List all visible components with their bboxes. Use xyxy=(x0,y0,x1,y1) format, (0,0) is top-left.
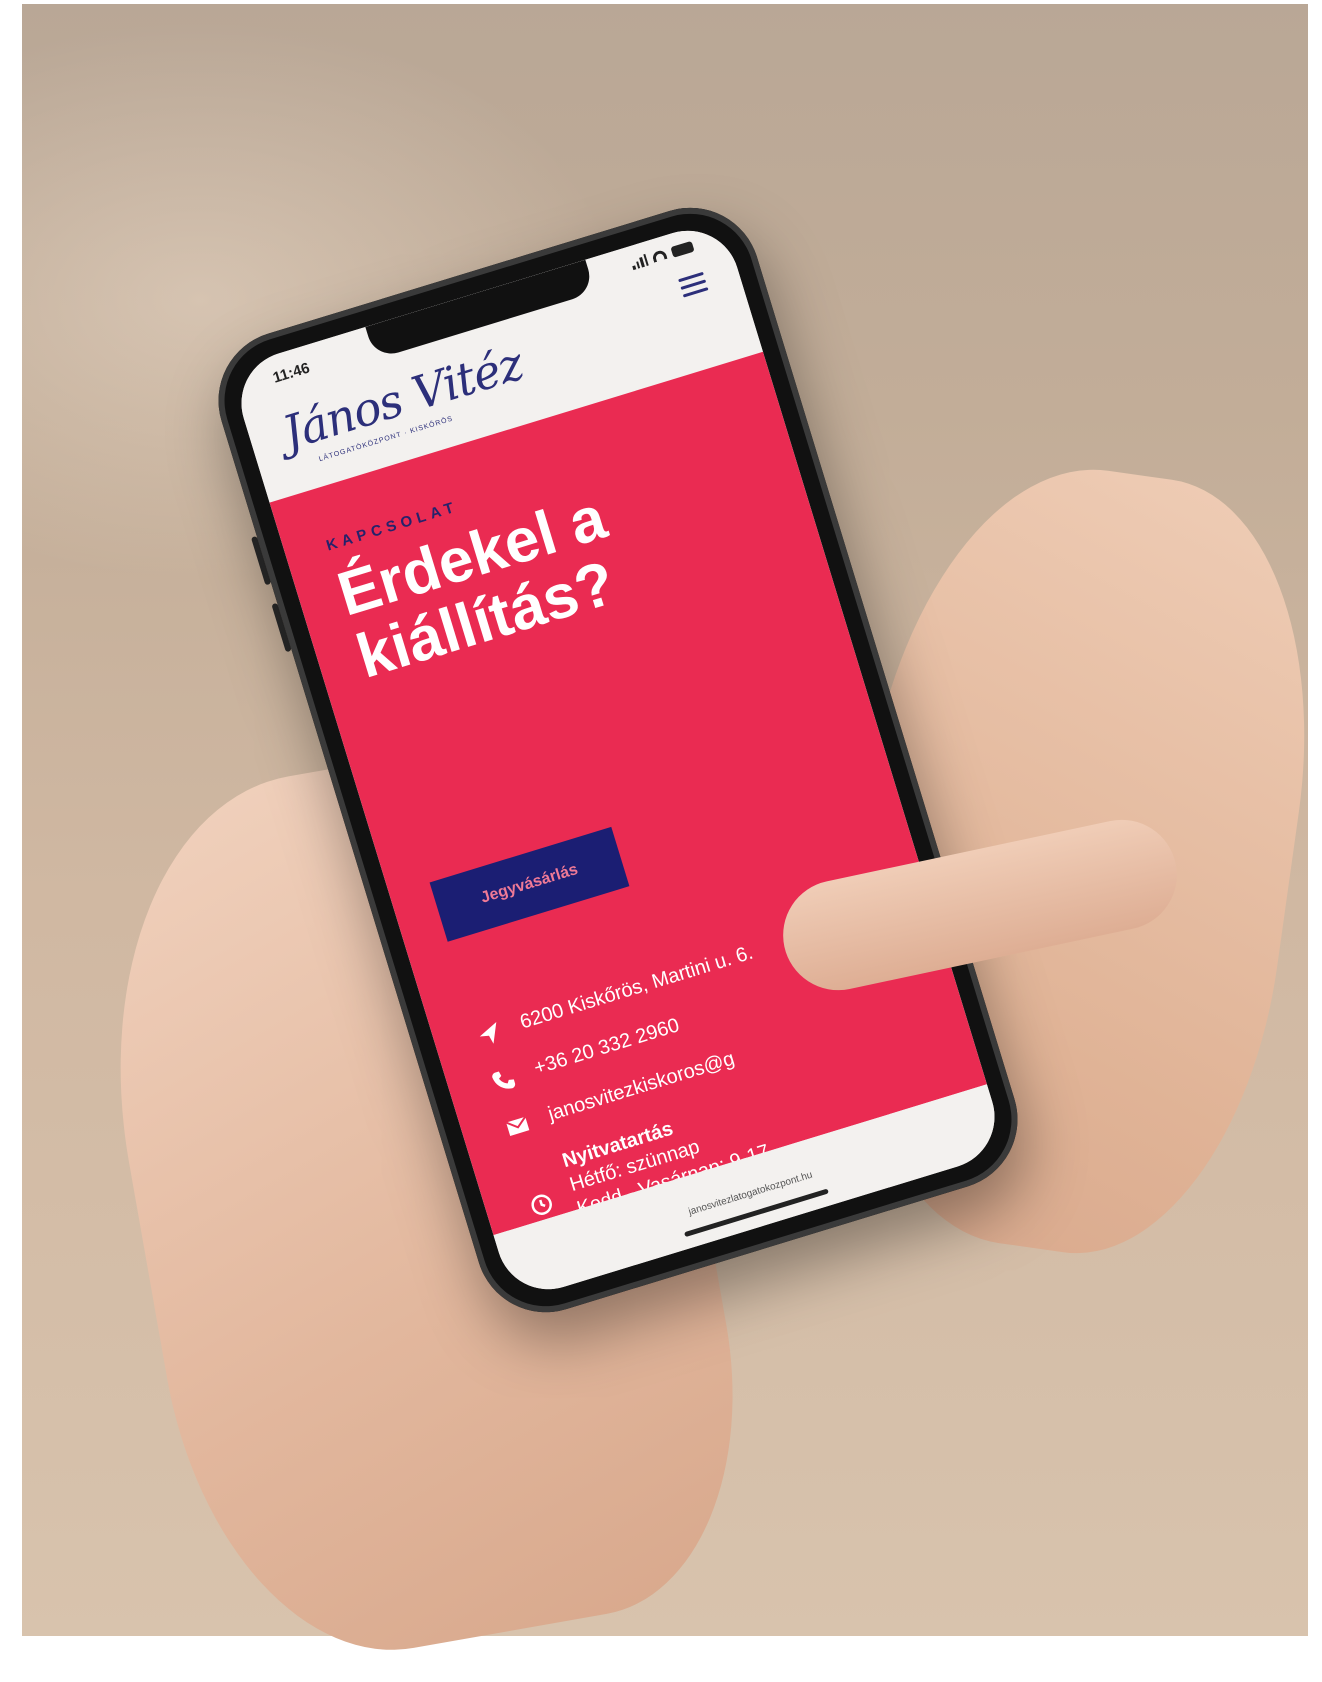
image-border-top xyxy=(0,0,1322,4)
ticket-purchase-button[interactable]: Jegyvásárlás xyxy=(429,826,630,942)
browser-url: janosvitezlatogatokozpont.hu xyxy=(687,1169,814,1218)
location-arrow-icon xyxy=(473,1018,505,1050)
image-border-left xyxy=(0,0,22,1636)
email-icon xyxy=(501,1110,533,1142)
image-border-right xyxy=(1308,0,1322,1636)
phone-icon xyxy=(487,1064,519,1096)
hamburger-menu-icon[interactable] xyxy=(678,271,709,299)
section-headline: Érdekel a kiállítás? xyxy=(330,483,623,692)
